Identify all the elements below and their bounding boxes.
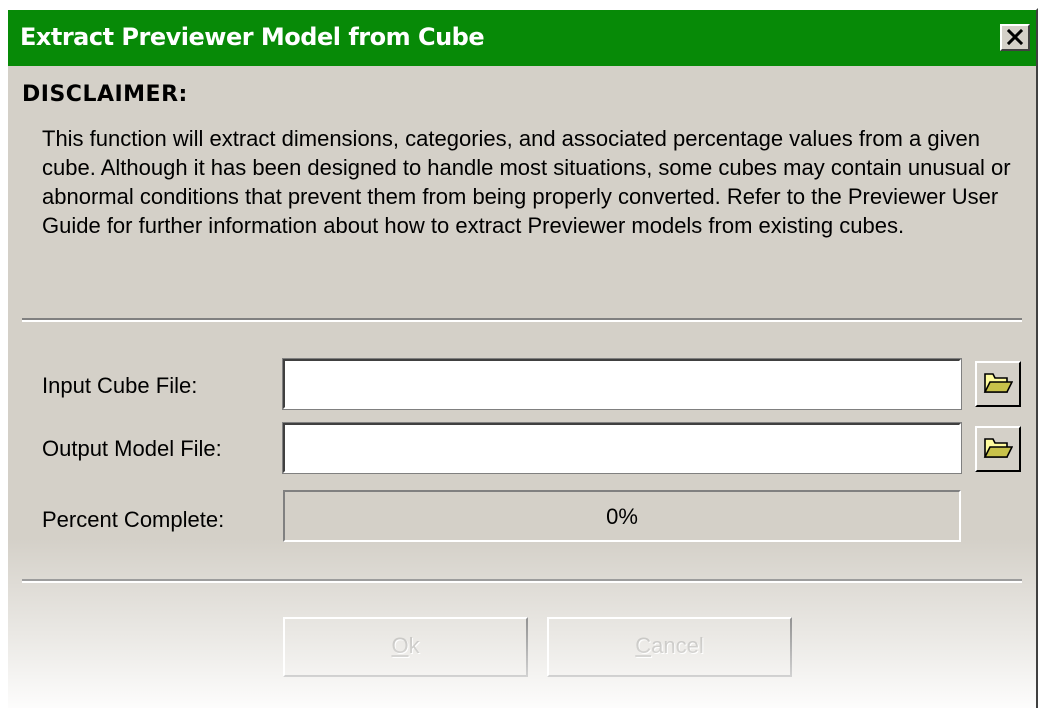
folder-open-icon — [983, 434, 1014, 465]
ok-label-rest: k — [408, 633, 420, 658]
cancel-label-rest: ancel — [651, 633, 704, 658]
close-icon — [1006, 26, 1024, 51]
output-model-label: Output Model File: — [42, 436, 222, 461]
disclaimer-text: This function will extract dimensions, c… — [42, 126, 1011, 238]
progress-bar: 0% — [283, 490, 961, 542]
output-model-field[interactable] — [282, 422, 962, 474]
separator-top — [22, 318, 1022, 322]
cancel-mnemonic: C — [635, 633, 652, 658]
input-cube-label: Input Cube File: — [42, 373, 198, 398]
progress-percent-text: 0% — [606, 504, 638, 529]
ok-mnemonic: O — [391, 633, 409, 658]
percent-complete-label: Percent Complete: — [42, 507, 225, 532]
input-cube-field[interactable] — [282, 358, 962, 410]
separator-bottom — [22, 579, 1022, 583]
title-bar[interactable]: Extract Previewer Model from Cube — [8, 10, 1036, 66]
folder-open-icon — [983, 369, 1014, 400]
extract-model-dialog: Extract Previewer Model from Cube DISCLA… — [6, 8, 1038, 708]
ok-button[interactable]: Ok — [283, 617, 528, 677]
browse-output-model-button[interactable] — [975, 426, 1021, 472]
close-button[interactable] — [1000, 24, 1030, 51]
disclaimer-heading: DISCLAIMER: — [22, 82, 188, 107]
browse-input-cube-button[interactable] — [975, 361, 1021, 407]
cancel-button[interactable]: Cancel — [547, 617, 792, 677]
window-title: Extract Previewer Model from Cube — [20, 23, 485, 51]
